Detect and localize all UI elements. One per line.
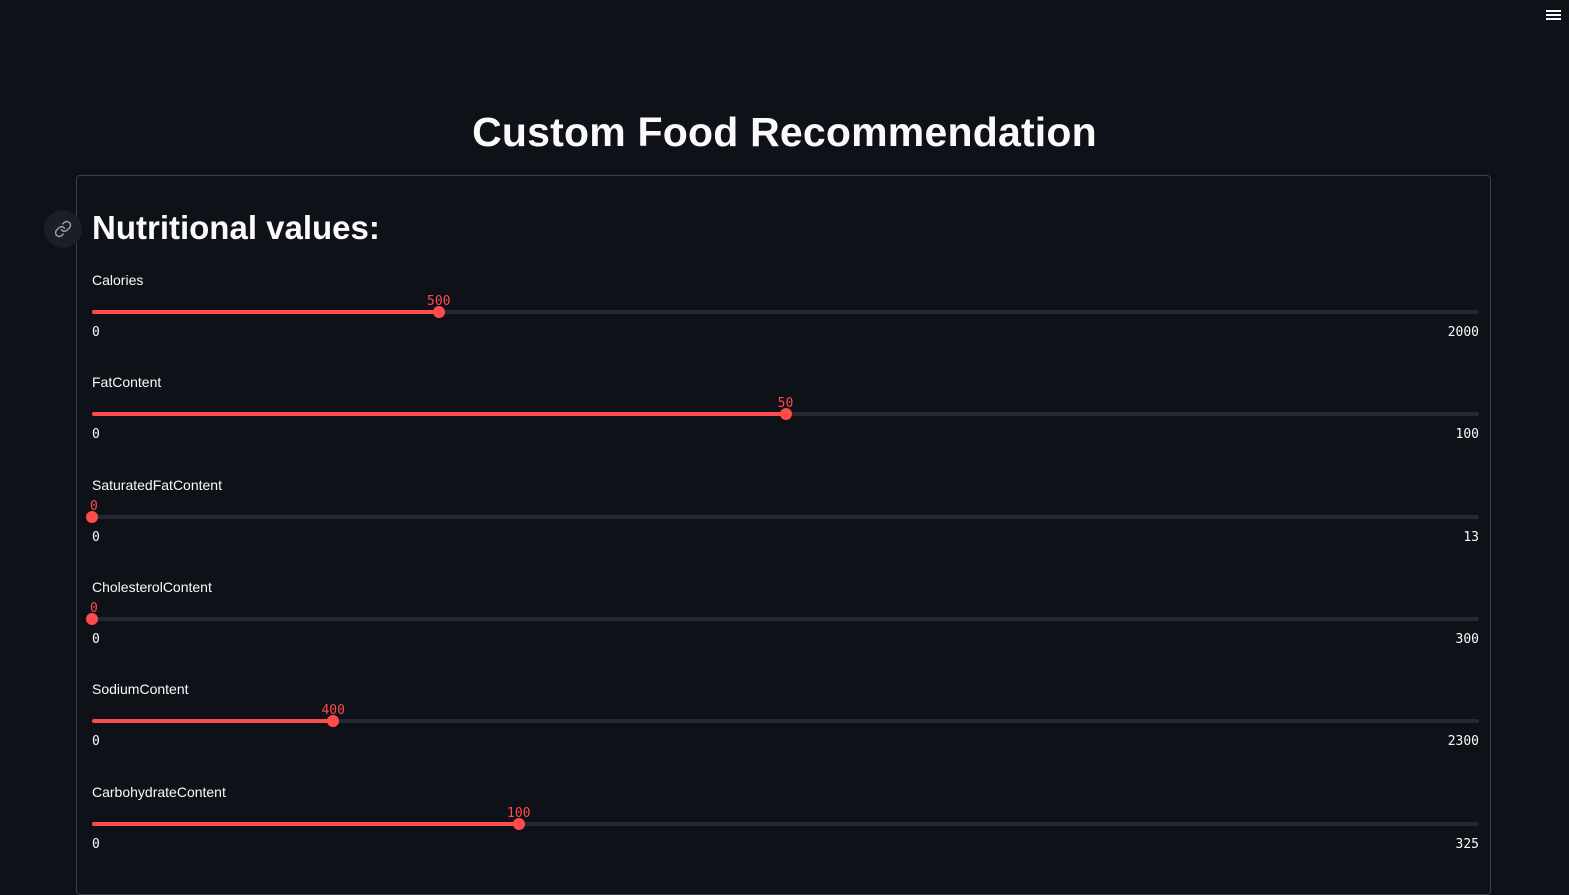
slider-fill (92, 310, 439, 314)
slider-carbohydrate-content: CarbohydrateContent 100 0 325 (92, 782, 1479, 872)
slider-track[interactable] (86, 613, 1479, 625)
slider-label: FatContent (92, 374, 162, 390)
section-heading: Nutritional values: (92, 209, 380, 246)
link-icon (54, 220, 72, 238)
slider-max-label: 325 (1455, 837, 1479, 852)
slider-track[interactable] (92, 408, 1479, 420)
slider-saturated-fat-content: SaturatedFatContent 0 0 13 (86, 475, 1479, 565)
heading-anchor-link[interactable] (44, 210, 82, 248)
slider-sodium-content: SodiumContent 400 0 2300 (92, 679, 1479, 769)
slider-thumb[interactable] (327, 715, 340, 727)
slider-min-label: 0 (92, 632, 100, 647)
slider-thumb[interactable] (512, 818, 525, 830)
slider-thumb[interactable] (432, 306, 445, 318)
slider-max-label: 2300 (1447, 734, 1479, 749)
slider-thumb[interactable] (779, 408, 792, 420)
slider-label: CholesterolContent (92, 579, 212, 595)
slider-label: Calories (92, 272, 144, 288)
slider-track[interactable] (92, 715, 1479, 727)
slider-label: SodiumContent (92, 681, 189, 697)
main-menu-button[interactable] (1542, 4, 1564, 26)
slider-max-label: 300 (1455, 632, 1479, 647)
slider-min-label: 0 (92, 427, 100, 442)
slider-thumb[interactable] (86, 613, 98, 625)
slider-fill (92, 412, 786, 416)
slider-min-label: 0 (92, 837, 100, 852)
slider-fill (92, 719, 334, 723)
slider-max-label: 100 (1455, 427, 1479, 442)
slider-max-label: 2000 (1447, 325, 1479, 340)
menu-bar-bottom (1546, 18, 1561, 20)
slider-fill (92, 822, 519, 826)
slider-track[interactable] (92, 818, 1479, 830)
slider-min-label: 0 (92, 530, 100, 545)
slider-label: CarbohydrateContent (92, 784, 226, 800)
slider-calories: Calories 500 0 2000 (92, 270, 1479, 360)
slider-min-label: 0 (92, 325, 100, 340)
slider-min-label: 0 (92, 734, 100, 749)
slider-track[interactable] (92, 306, 1479, 318)
slider-track[interactable] (86, 511, 1479, 523)
page-title: Custom Food Recommendation (472, 109, 1097, 155)
menu-bar-top (1546, 10, 1561, 12)
menu-bar-middle (1546, 14, 1561, 16)
slider-label: SaturatedFatContent (92, 477, 222, 493)
slider-fat-content: FatContent 50 0 100 (92, 372, 1479, 462)
slider-max-label: 13 (1463, 530, 1479, 545)
slider-cholesterol-content: CholesterolContent 0 0 300 (86, 577, 1479, 667)
slider-thumb[interactable] (86, 511, 98, 523)
